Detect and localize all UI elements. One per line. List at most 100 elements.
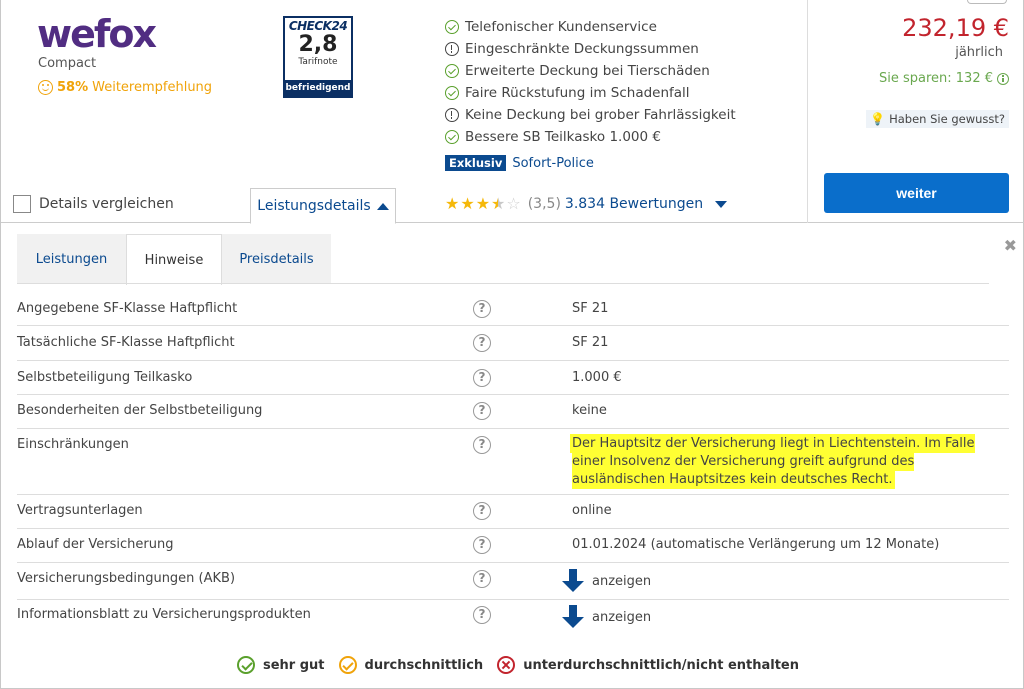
table-row: Vertragsunterlagen ? online [17,495,1009,529]
star-rating: ★ ★ ★ ★ ☆ [445,196,521,212]
details-toggle-tab[interactable]: Leistungsdetails [250,188,396,224]
seal-grade: 2,8 [298,32,338,57]
ipid-download-link[interactable]: anzeigen [562,605,651,629]
tip-text: Haben Sie gewusst? [889,112,1005,126]
row-value: 01.01.2024 (automatische Verlängerung um… [572,537,940,552]
check-circle-orange-icon [338,656,357,674]
table-row: Einschränkungen ? Der Hauptsitz der Vers… [17,429,1009,495]
row-label: Einschränkungen [17,437,129,452]
tariff-name: Compact [38,56,97,71]
star-empty-icon: ☆ [506,194,521,213]
seal-grade-label: Tarifnote [298,57,338,67]
close-icon[interactable]: ✖ [1004,236,1017,255]
row-label: Selbstbeteiligung Teilkasko [17,370,193,385]
tab-hinweise[interactable]: Hinweise [126,234,222,285]
price-column: 232,19 € jährlich Sie sparen: 132 € 💡 Ha… [807,0,1024,223]
recommendation-percent: 58% [57,80,89,95]
row-value: SF 21 [572,301,609,316]
chevron-down-icon[interactable] [715,200,728,208]
tabs-divider [17,283,989,284]
row-value: SF 21 [572,335,609,350]
rating-legend: sehr gut durchschnittlich unterdurchschn… [237,656,813,674]
help-icon[interactable]: ? [473,334,491,352]
help-icon[interactable]: ? [473,536,491,554]
star-full-icon: ★ [460,194,475,213]
info-icon[interactable] [997,72,1009,85]
feature-list: Telefonischer Kundenservice Eingeschränk… [445,16,736,148]
compare-checkbox[interactable] [13,195,31,213]
legend-label: unterdurchschnittlich/nicht enthalten [523,657,799,673]
link-label: anzeigen [592,573,652,589]
row-label: Besonderheiten der Selbstbeteiligung [17,403,263,418]
check-circle-green-icon [237,656,255,674]
legend-item-average: durchschnittlich [338,656,484,674]
help-icon[interactable]: ? [473,606,491,624]
pdf-download-icon [562,569,584,593]
smiley-icon [38,80,53,95]
detail-tabs: Leistungen Hinweise Preisdetails [17,234,331,285]
feature-text: Bessere SB Teilkasko 1.000 € [465,129,661,145]
details-tab-label: Leistungsdetails [257,198,371,214]
feature-item: Erweiterte Deckung bei Tierschäden [445,60,736,82]
row-label: Informationsblatt zu Versicherungsproduk… [17,607,311,622]
help-icon[interactable]: ? [473,300,491,318]
check-circle-icon [445,130,459,144]
row-label: Tatsächliche SF-Klasse Haftpflicht [17,335,235,350]
feature-item: Faire Rückstufung im Schadenfall [445,82,736,104]
legend-item-good: sehr gut [237,656,325,674]
row-value: online [572,503,612,518]
tab-leistungen[interactable]: Leistungen [17,234,126,284]
feature-item: Telefonischer Kundenservice [445,16,736,38]
rating: ★ ★ ★ ★ ☆ (3,5) 3.834 Bewertungen [445,196,728,212]
row-value: keine [572,403,607,418]
table-row: Selbstbeteiligung Teilkasko ? 1.000 € [17,361,1009,395]
help-icon[interactable]: ? [473,570,491,588]
legend-label: durchschnittlich [364,657,484,673]
feature-text: Eingeschränkte Deckungssummen [465,41,699,57]
feature-item: Bessere SB Teilkasko 1.000 € [445,126,736,148]
price-period: jährlich [955,45,1003,60]
compare-toggle[interactable]: Details vergleichen [13,195,174,213]
help-icon[interactable]: ? [473,402,491,420]
link-label: anzeigen [592,609,652,625]
star-full-icon: ★ [445,194,460,213]
exclamation-circle-icon [445,42,459,56]
hint-table: Angegebene SF-Klasse Haftpflicht ? SF 21… [17,292,1009,636]
row-label: Versicherungsbedingungen (AKB) [17,571,236,586]
check-circle-icon [445,20,459,34]
check-circle-icon [445,64,459,78]
tab-preisdetails[interactable]: Preisdetails [222,234,331,284]
table-row: Informationsblatt zu Versicherungsproduk… [17,600,1009,636]
feature-text: Faire Rückstufung im Schadenfall [465,85,690,101]
compare-label: Details vergleichen [39,196,174,212]
recommendation-label: Weiterempfehlung [92,80,213,95]
help-icon[interactable]: ? [473,502,491,520]
table-row: Versicherungsbedingungen (AKB) ? anzeige… [17,563,1009,600]
feature-text: Telefonischer Kundenservice [465,19,657,35]
price: 232,19 € [902,14,1009,42]
check-circle-icon [445,86,459,100]
akb-download-link[interactable]: anzeigen [562,569,651,593]
row-value: Der Hauptsitz der Versicherung liegt in … [572,435,1002,489]
legend-item-bad: unterdurchschnittlich/nicht enthalten [497,656,799,674]
tariff-summary: wefox Compact 58% Weiterempfehlung CHECK… [1,0,1024,224]
table-row: Besonderheiten der Selbstbeteiligung ? k… [17,395,1009,429]
did-you-know-tip[interactable]: 💡 Haben Sie gewusst? [866,110,1009,128]
exklusiv-row: Exklusiv Sofort-Police [445,155,594,171]
star-full-icon: ★ [475,194,491,213]
table-row: Angegebene SF-Klasse Haftpflicht ? SF 21 [17,292,1009,326]
provider-logo: wefox [37,12,157,56]
reviews-link[interactable]: 3.834 Bewertungen [565,196,703,212]
feature-text: Keine Deckung bei grober Fahrlässigkeit [465,107,736,123]
saving-text: Sie sparen: 132 € [878,71,993,86]
sofort-police-link[interactable]: Sofort-Police [512,156,594,171]
pdf-download-icon [562,605,584,629]
exklusiv-badge: Exklusiv [445,155,507,171]
saving-info[interactable]: Sie sparen: 132 € [879,71,1009,86]
seal-brand: CHECK24 [288,19,348,33]
help-icon[interactable]: ? [473,369,491,387]
exclamation-circle-icon [445,108,459,122]
help-icon[interactable]: ? [473,436,491,454]
weiter-button[interactable]: weiter [824,173,1009,213]
recommendation: 58% Weiterempfehlung [38,80,212,95]
